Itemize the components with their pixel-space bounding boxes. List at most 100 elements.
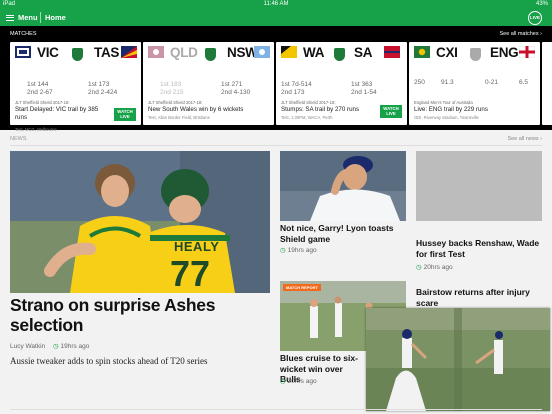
article-time-label: 19hrs ago xyxy=(287,247,317,254)
clock-icon: ◷ xyxy=(52,343,59,350)
team-2-score-2: 6.5 xyxy=(519,79,529,86)
team-1-score-1: 1st 183 xyxy=(160,81,182,88)
qld-flag-icon xyxy=(148,46,164,58)
menu-button[interactable]: Menu xyxy=(6,13,38,22)
match-teams: VIC TAS xyxy=(15,44,137,64)
article-headline[interactable]: Hussey backs Renshaw, Wade for first Tes… xyxy=(416,238,546,259)
cxi-flag-icon xyxy=(414,46,430,58)
hamburger-icon xyxy=(6,14,14,21)
hero-image[interactable]: HEALY 77 xyxy=(10,151,270,293)
match-card[interactable]: QLD NSW 1st 183 2nd 215 1st 271 2nd 4-13… xyxy=(143,42,274,125)
clock: 11:46 AM xyxy=(263,1,289,7)
match-report-tag: MATCH REPORT xyxy=(283,284,321,291)
match-card[interactable]: VIC TAS 1st 144 2nd 2-67 1st 173 2nd 2-4… xyxy=(10,42,141,132)
hero-time: 19hrs ago xyxy=(60,343,90,350)
team-1-score-1: 1st 144 xyxy=(27,81,49,88)
match-card-partial[interactable] xyxy=(542,42,552,125)
competition-label: England Men's Tour of Australia xyxy=(414,100,473,105)
team-2-code: SA xyxy=(354,45,373,60)
news-divider xyxy=(10,145,542,146)
see-all-news-label: See all news xyxy=(507,136,539,142)
match-venue: Test, Allan Border Field, Brisbane xyxy=(148,115,210,120)
team-1-score-2: 2nd 2-67 xyxy=(27,89,53,96)
hero-description: Aussie tweaker adds to spin stocks ahead… xyxy=(10,356,208,366)
team-1-code: QLD xyxy=(170,45,198,60)
match-teams: QLD NSW xyxy=(148,44,270,64)
eng-flag-icon xyxy=(519,46,535,58)
match-teams: CXI ENG xyxy=(414,44,535,64)
article-photo xyxy=(280,151,406,221)
team-1-code: WA xyxy=(303,45,325,60)
hero-photo xyxy=(10,151,270,293)
match-venue: ODI, Riverway Stadium, Townsville xyxy=(414,115,479,120)
clock-icon: ◷ xyxy=(280,247,286,254)
team-1-score-2: 2nd 215 xyxy=(160,89,184,96)
article-time-label: 20hrs ago xyxy=(287,378,317,385)
tas-flag-icon xyxy=(121,46,137,58)
hero-author: Lucy Watkin xyxy=(10,343,46,350)
hero-meta: Lucy Watkin ◷ 19hrs ago xyxy=(10,342,89,350)
match-status: Live: ENG trail by 229 runs xyxy=(414,106,488,113)
match-status: New South Wales win by 6 wickets xyxy=(148,106,244,113)
team-2-score-1: 1st 173 xyxy=(88,81,110,88)
nsw-flag-icon xyxy=(254,46,270,58)
team-1-code: VIC xyxy=(37,45,59,60)
article-time: ◷ 19hrs ago xyxy=(280,246,317,254)
clock-icon: ◷ xyxy=(280,378,286,385)
watch-live-label: WATCH LIVE xyxy=(383,106,399,116)
article-time: ◷ 20hrs ago xyxy=(416,263,453,271)
crest-icon xyxy=(205,48,216,61)
clock-icon: ◷ xyxy=(416,264,422,271)
team-1-score-2: 91.3 xyxy=(441,79,454,86)
article-image[interactable] xyxy=(280,151,406,221)
team-1-score-1: 1st 7d-514 xyxy=(281,81,312,88)
team-2-score-1: 0-21 xyxy=(485,79,499,86)
match-card[interactable]: WA SA 1st 7d-514 2nd 173 1st 363 2nd 1-5… xyxy=(276,42,407,125)
hero-headline[interactable]: Strano on surprise Ashes selection xyxy=(10,295,272,335)
team-2-score-2: 2nd 2-424 xyxy=(88,89,118,96)
competition-label: JLT Sheffield Shield 2017-18: xyxy=(281,100,336,105)
match-card[interactable]: CXI ENG 250 91.3 0-21 6.5 England Men's … xyxy=(409,42,540,125)
team-2-score-2: 2nd 4-130 xyxy=(221,89,251,96)
battery-level: 43% xyxy=(535,1,548,7)
matches-heading: MATCHES xyxy=(10,31,37,37)
wa-flag-icon xyxy=(281,46,297,58)
match-venue: Test, MCG, Melbourne xyxy=(15,127,57,132)
jersey-name: HEALY xyxy=(174,239,220,254)
team-2-score-1: 1st 363 xyxy=(351,81,373,88)
crest-icon xyxy=(72,48,83,61)
match-status: Start Delayed: VIC trail by 385 runs xyxy=(15,106,99,121)
team-2-score-1: 1st 271 xyxy=(221,81,243,88)
team-1-score-2: 2nd 173 xyxy=(281,89,305,96)
home-link[interactable]: Home xyxy=(45,13,66,22)
article-time-label: 20hrs ago xyxy=(423,264,453,271)
video-player[interactable] xyxy=(366,308,550,411)
team-2-score-2: 2nd 1-54 xyxy=(351,89,377,96)
watch-live-label: WATCH LIVE xyxy=(117,109,133,119)
team-1-score-1: 250 xyxy=(414,79,425,86)
team-1-code: CXI xyxy=(436,45,458,60)
competition-label: JLT Sheffield Shield 2017-18: xyxy=(148,100,203,105)
watch-live-button[interactable]: WATCH LIVE xyxy=(380,105,402,118)
see-all-news-link[interactable]: See all news › xyxy=(507,136,542,142)
watch-live-button[interactable]: WATCH LIVE xyxy=(114,108,136,121)
nav-divider xyxy=(40,12,41,23)
match-venue: Test, 1:30PM, WACA, Perth xyxy=(281,115,333,120)
matches-strip: MATCHES See all matches › VIC TAS 1st 14… xyxy=(0,26,552,132)
article-image[interactable] xyxy=(416,151,542,221)
status-bar: iPad 11:46 AM 43% xyxy=(0,0,552,9)
team-2-code: TAS xyxy=(94,45,120,60)
matches-header: MATCHES See all matches › xyxy=(10,31,542,37)
crest-icon xyxy=(470,48,481,61)
see-all-matches-link[interactable]: See all matches › xyxy=(499,31,542,37)
vic-flag-icon xyxy=(15,46,31,58)
competition-label: JLT Sheffield Shield 2017-18: xyxy=(15,100,70,105)
see-all-matches-label: See all matches xyxy=(499,31,539,37)
article-headline[interactable]: Bairstow returns after injury scare xyxy=(416,287,546,308)
article-headline[interactable]: Not nice, Garry! Lyon toasts Shield game xyxy=(280,223,406,244)
sa-flag-icon xyxy=(384,46,400,58)
news-header: NEWS See all news › xyxy=(10,136,542,142)
crest-icon xyxy=(334,48,345,61)
article-time: ◷ 20hrs ago xyxy=(280,377,317,385)
live-button[interactable]: LIVE xyxy=(528,11,542,25)
